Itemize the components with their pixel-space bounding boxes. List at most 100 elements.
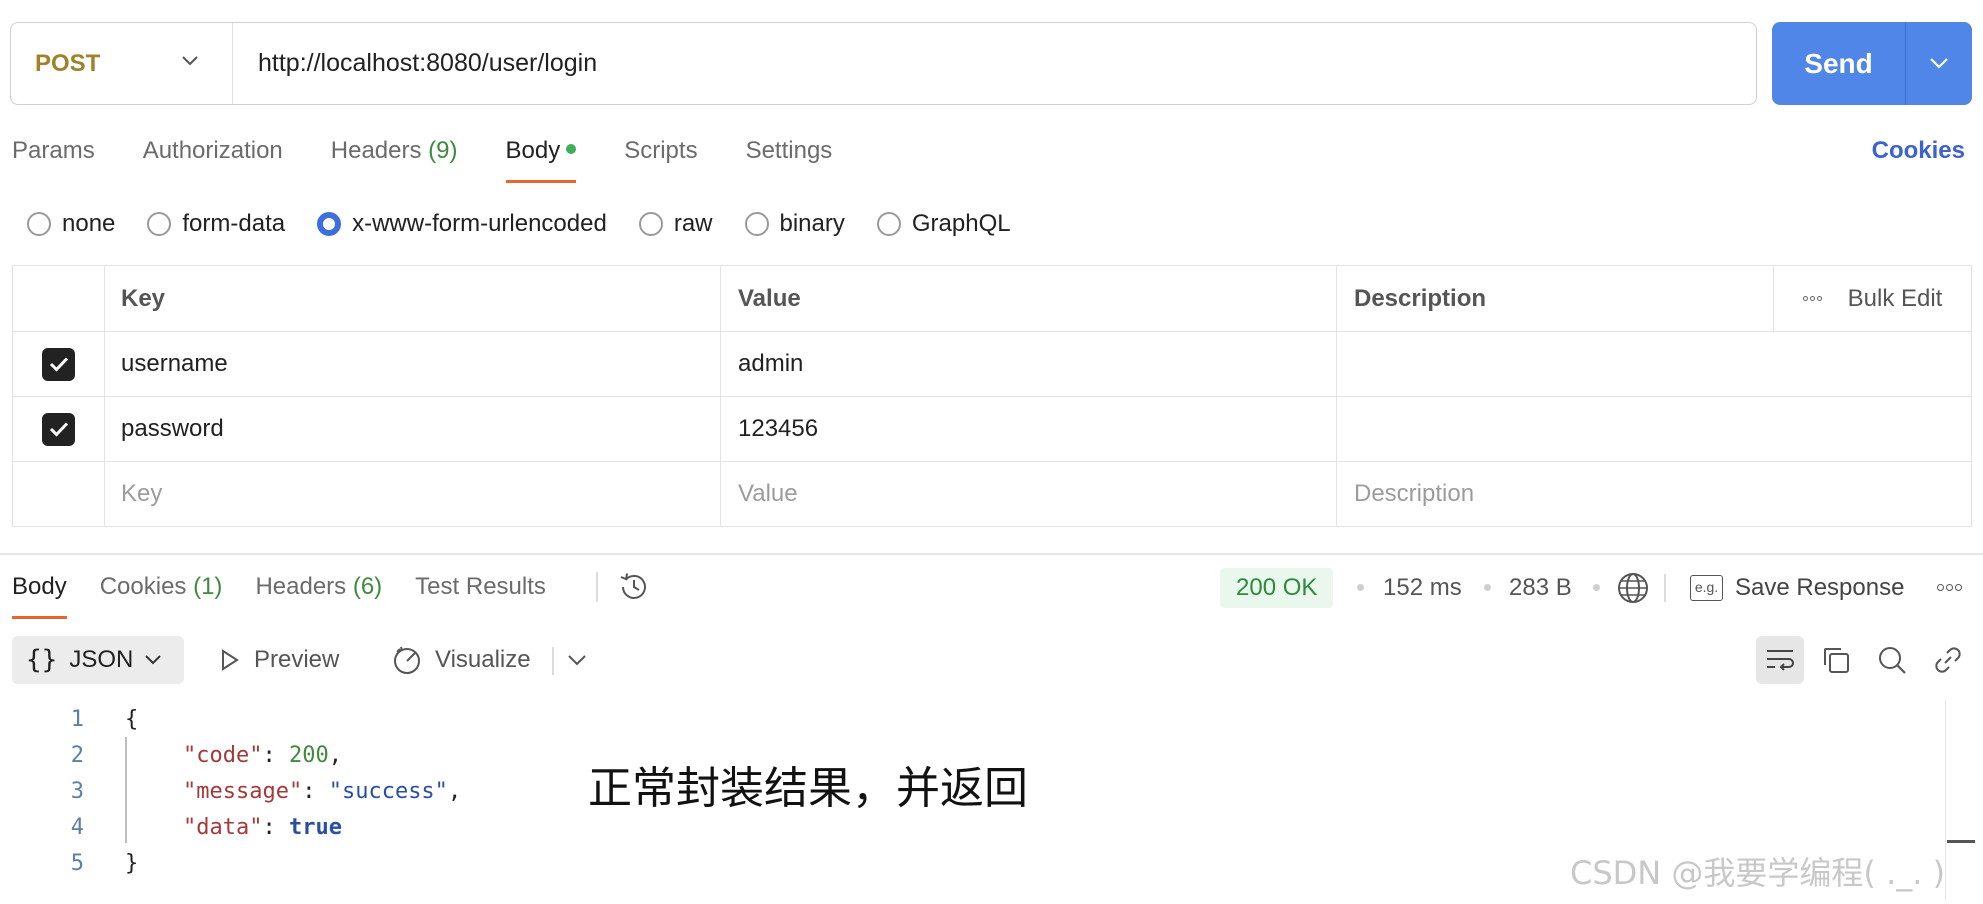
more-options-icon[interactable] (1937, 584, 1962, 591)
radio-raw[interactable]: raw (638, 210, 713, 238)
response-tab-body[interactable]: Body (12, 569, 67, 619)
vertical-scrollbar[interactable] (1945, 700, 1975, 900)
send-button[interactable]: Send (1772, 48, 1905, 80)
code-close-brace: } (125, 851, 139, 876)
table-row: password 123456 (13, 396, 1971, 461)
param-value[interactable]: 123456 (720, 397, 1336, 461)
link-icon (1935, 647, 1961, 673)
scrollbar-thumb[interactable] (1947, 840, 1975, 843)
dot-separator (1357, 584, 1364, 591)
table-header-row: Key Value Description Bulk Edit (13, 266, 1971, 331)
description-input-placeholder[interactable]: Description (1336, 462, 1971, 526)
radio-none[interactable]: none (27, 210, 115, 238)
radio-form-data[interactable]: form-data (147, 210, 285, 238)
json-boolean: true (288, 815, 342, 840)
param-key[interactable]: username (104, 332, 720, 396)
tab-label: Params (12, 137, 95, 164)
radio-label: none (62, 210, 116, 237)
param-description[interactable] (1336, 397, 1971, 461)
tab-authorization[interactable]: Authorization (143, 133, 283, 183)
status-badge[interactable]: 200 OK (1220, 568, 1334, 608)
preview-label: Preview (254, 646, 340, 673)
chevron-down-icon (1930, 58, 1948, 69)
radio-label: x-www-form-urlencoded (352, 210, 607, 237)
tab-label: Headers (330, 137, 422, 164)
tab-params[interactable]: Params (12, 133, 95, 183)
preview-button[interactable]: Preview (220, 636, 339, 684)
params-table: Key Value Description Bulk Edit username… (12, 265, 1972, 527)
response-size[interactable]: 283 B (1509, 568, 1572, 608)
key-input-placeholder[interactable]: Key (104, 462, 720, 526)
tab-settings[interactable]: Settings (746, 133, 833, 183)
row-checkbox[interactable] (42, 347, 75, 381)
history-icon[interactable] (616, 569, 652, 605)
radio-label: raw (673, 210, 713, 237)
json-colon: : (262, 815, 289, 840)
code-line: "data": true (183, 810, 342, 846)
radio-label: GraphQL (911, 210, 1011, 237)
tab-label: Headers (255, 573, 347, 600)
more-options-icon[interactable] (1802, 296, 1824, 301)
param-description[interactable] (1336, 332, 1971, 396)
radio-circle (638, 212, 663, 236)
tab-body[interactable]: Body (505, 133, 577, 183)
header-check-cell (13, 266, 104, 331)
save-response-icon: e.g. (1690, 575, 1723, 601)
wrap-lines-button[interactable] (1756, 636, 1804, 684)
radio-x-www-form-urlencoded[interactable]: x-www-form-urlencoded (317, 210, 607, 238)
send-options-button[interactable] (1906, 58, 1972, 69)
line-number: 5 (70, 851, 84, 876)
header-description: Description (1336, 266, 1773, 331)
url-input[interactable]: http://localhost:8080/user/login (233, 49, 597, 78)
line-number: 1 (70, 707, 84, 732)
param-key[interactable]: password (104, 397, 720, 461)
table-row: username admin (13, 331, 1971, 396)
chevron-down-icon (145, 655, 162, 665)
cookies-link[interactable]: Cookies (1872, 133, 1965, 169)
radio-graphql[interactable]: GraphQL (876, 210, 1011, 238)
radio-binary[interactable]: binary (744, 210, 845, 238)
response-tab-test-results[interactable]: Test Results (415, 569, 546, 619)
param-value[interactable]: admin (720, 332, 1336, 396)
radio-circle (147, 212, 172, 236)
json-colon: : (262, 743, 289, 768)
line-number: 2 (70, 743, 84, 768)
chevron-down-icon[interactable] (568, 655, 586, 666)
copy-link-button[interactable] (1924, 636, 1972, 684)
tab-scripts[interactable]: Scripts (624, 133, 697, 183)
search-button[interactable] (1868, 636, 1916, 684)
copy-button[interactable] (1812, 636, 1860, 684)
response-tab-cookies[interactable]: Cookies (1) (100, 569, 223, 619)
response-time[interactable]: 152 ms (1383, 568, 1462, 608)
row-checkbox[interactable] (42, 412, 75, 446)
tab-label: Settings (745, 137, 833, 164)
format-selector[interactable]: {} JSON (12, 636, 184, 684)
tab-count: (1) (193, 573, 223, 600)
json-key: "code" (183, 743, 263, 768)
section-divider (0, 553, 1983, 555)
globe-icon[interactable] (1615, 570, 1651, 606)
json-colon: : (302, 779, 329, 804)
save-response-button[interactable]: Save Response (1735, 568, 1904, 608)
tab-label: Body (505, 137, 561, 164)
radio-circle (744, 212, 769, 236)
header-value: Value (720, 266, 1336, 331)
response-tab-headers[interactable]: Headers (6) (255, 569, 382, 619)
visualize-button[interactable]: Visualize (391, 636, 531, 684)
dot-separator (1593, 584, 1600, 591)
tab-headers[interactable]: Headers (9) (331, 133, 458, 183)
request-url-bar: POST http://localhost:8080/user/login (10, 22, 1757, 105)
braces-icon: {} (26, 645, 58, 675)
method-label: POST (35, 49, 101, 77)
value-input-placeholder[interactable]: Value (720, 462, 1336, 526)
code-line: "message": "success", (183, 774, 461, 810)
copy-icon (1824, 648, 1849, 673)
tab-label: Authorization (142, 137, 283, 164)
checkmark-icon (49, 357, 68, 372)
bulk-edit-button[interactable]: Bulk Edit (1773, 266, 1971, 331)
visualize-icon (394, 646, 420, 674)
annotation-text: 正常封装结果，并返回 (588, 763, 1028, 814)
row-check-cell (13, 332, 104, 396)
method-selector[interactable]: POST (11, 23, 233, 104)
play-icon (222, 649, 239, 671)
